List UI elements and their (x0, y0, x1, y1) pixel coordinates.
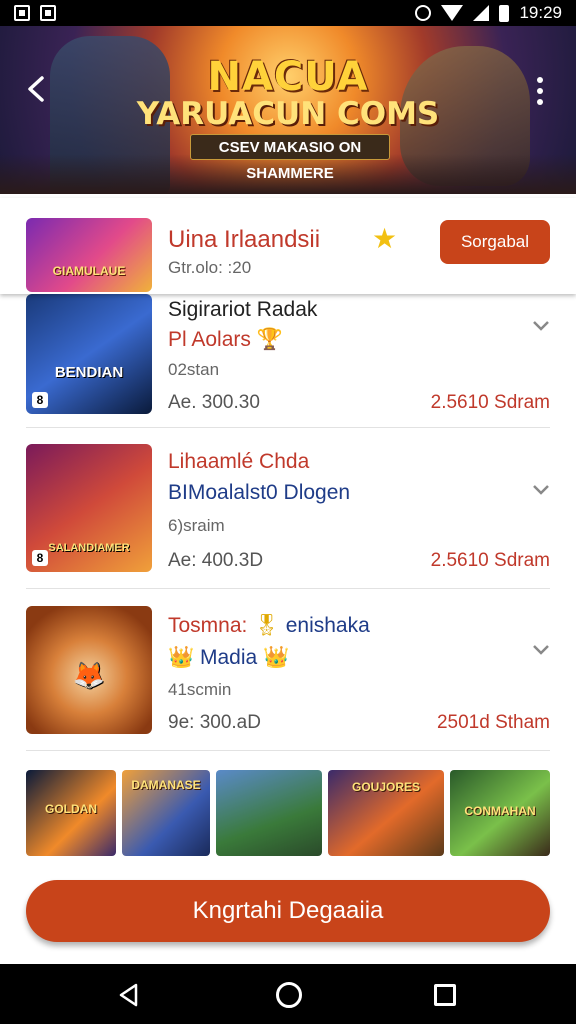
notification-icons (14, 5, 56, 21)
game-meta: 02stan (168, 360, 220, 379)
game-title-text: Tosmna: (168, 614, 254, 637)
carousel-item[interactable]: DAMANASE (122, 770, 210, 856)
more-dot-icon (537, 88, 543, 94)
crown-icon: 👑 (263, 646, 290, 669)
game-price: Ae: 400.3D (168, 550, 264, 571)
carousel-item[interactable]: CONMAHAN (450, 770, 550, 856)
divider (26, 588, 550, 589)
triangle-back-icon (119, 983, 138, 1007)
gallery-notification-icon (40, 5, 56, 21)
game-title-tail: enishaka (285, 614, 370, 637)
nav-back-button[interactable] (116, 982, 142, 1008)
expand-button[interactable] (530, 478, 552, 500)
medal-icon: 🏆 (256, 328, 283, 351)
carousel-label: GOUJORES (351, 780, 420, 794)
carousel-label: DAMANASE (131, 778, 201, 792)
list-item[interactable]: SALANDIAMER 8 Lihaamlé Chda BIMoalalst0 … (0, 444, 576, 594)
expand-button[interactable] (530, 314, 552, 336)
signal-icon (473, 5, 490, 21)
hero-banner: NACUA YARUACUN COMS CSEV MAKASIO ON SHAM… (0, 26, 576, 194)
carousel-item[interactable]: GOUJORES (328, 770, 444, 856)
game-price: 9e: 300.aD (168, 712, 261, 733)
status-bar: 19:29 (0, 0, 576, 26)
game-subtitle-text: Madia (200, 646, 258, 669)
pinned-game-card[interactable]: GIAMULAUE Uina Irlaandsii ★ Gtr.olo: :20… (0, 198, 576, 294)
expand-button[interactable] (530, 638, 552, 660)
back-arrow-icon (28, 76, 44, 102)
carousel-item[interactable]: GOLDAN (26, 770, 116, 856)
banner-tag: CSEV MAKASIO ON SHAMMERE (190, 134, 390, 182)
carousel-item[interactable] (216, 770, 322, 856)
age-badge-icon: 8 (32, 550, 48, 566)
medal-icon: 🎖 (253, 614, 280, 637)
thumbnail-label: BENDIAN (54, 364, 124, 381)
game-stream-count: 2.5610 Sdram (430, 550, 550, 571)
primary-cta-button[interactable]: Kngrtahi Degaaiia (26, 880, 550, 942)
carousel-label: CONMAHAN (464, 804, 536, 818)
game-subtitle: Pl Aolars 🏆 (168, 328, 283, 352)
list-item[interactable]: BENDIAN 8 Sigirariot Radak Pl Aolars 🏆 0… (0, 294, 576, 444)
fox-face-icon: 🦊 (72, 660, 106, 690)
game-thumbnail: SALANDIAMER 8 (26, 444, 152, 572)
game-price: Ae. 300.30 (168, 392, 260, 413)
more-options-button[interactable] (528, 74, 552, 108)
game-subtitle-text: Pl Aolars (168, 328, 251, 351)
system-nav-bar (0, 964, 576, 1024)
chevron-down-icon (533, 485, 549, 495)
crown-icon: 👑 (168, 646, 195, 669)
game-thumbnail: 🦊 (26, 606, 152, 734)
game-meta: 41scmin (168, 680, 232, 699)
star-icon: ★ (372, 223, 398, 254)
age-badge-icon: 8 (32, 392, 48, 408)
list-item[interactable]: 🦊 Tosmna: 🎖 enishaka 👑 Madia 👑 41scmin 9… (0, 604, 576, 754)
more-dot-icon (537, 99, 543, 105)
pinned-action-button[interactable]: Sorgabal (440, 220, 550, 264)
game-subtitle: BIMoalalst0 Dlogen (168, 481, 351, 504)
pinned-game-meta: Gtr.olo: :20 (168, 258, 252, 277)
game-carousel: GOLDAN DAMANASE GOUJORES CONMAHAN (26, 770, 550, 856)
banner-subtitle: YARUACUN COMS (136, 96, 440, 132)
game-stream-count: 2501d Stham (436, 712, 550, 733)
pinned-game-thumbnail: GIAMULAUE (26, 218, 152, 292)
carousel-label: GOLDAN (45, 802, 97, 816)
nav-recents-button[interactable] (434, 984, 456, 1006)
game-title: Sigirariot Radak (168, 298, 318, 321)
system-icons: 19:29 (415, 3, 562, 23)
chevron-down-icon (533, 321, 549, 331)
chevron-down-icon (533, 645, 549, 655)
divider (26, 750, 550, 751)
game-stream-count: 2.5610 Sdram (430, 392, 550, 413)
notification-icon (14, 5, 30, 21)
pinned-thumb-label: GIAMULAUE (52, 264, 126, 278)
game-title: Lihaamlé Chda (168, 450, 310, 473)
game-title: Tosmna: 🎖 enishaka (168, 614, 370, 638)
divider (26, 427, 550, 428)
banner-title: NACUA (207, 54, 369, 100)
alarm-icon (415, 5, 432, 21)
more-dot-icon (537, 77, 543, 83)
back-button[interactable] (22, 74, 56, 108)
wifi-icon (441, 5, 464, 21)
clock: 19:29 (519, 3, 562, 22)
game-thumbnail: BENDIAN 8 (26, 294, 152, 414)
game-subtitle: 👑 Madia 👑 (168, 646, 289, 670)
nav-home-button[interactable] (276, 982, 302, 1008)
battery-icon (499, 4, 510, 22)
game-meta: 6)sraim (168, 516, 225, 535)
pinned-game-title: Uina Irlaandsii (168, 226, 321, 253)
